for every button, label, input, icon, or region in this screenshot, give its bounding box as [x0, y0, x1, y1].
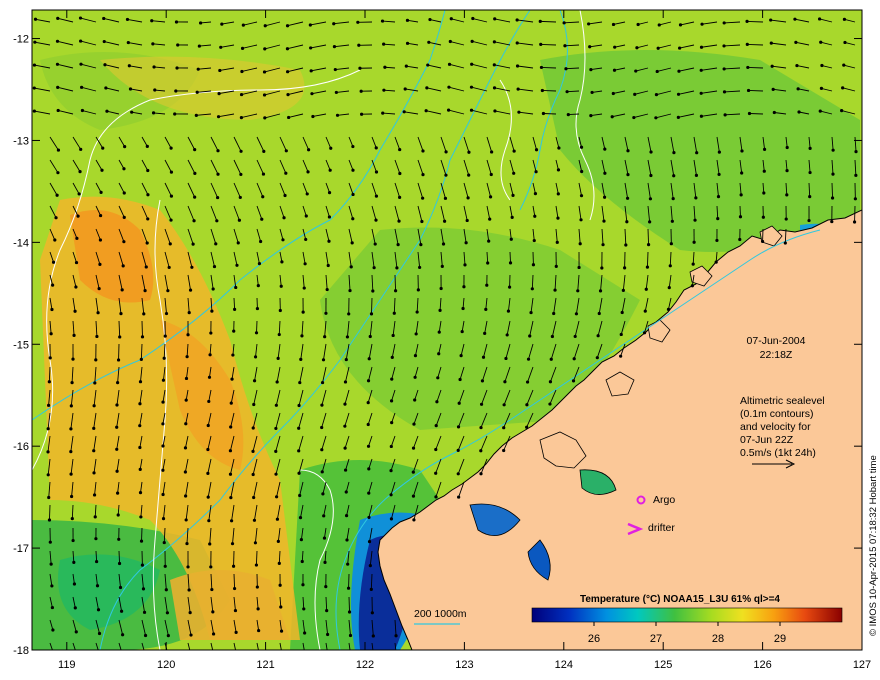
lat-tick-label: -15: [13, 339, 29, 351]
lon-tick-label: 126: [753, 659, 771, 671]
lat-tick-label: -13: [13, 135, 29, 147]
colorbar-tick-label: 27: [650, 633, 662, 645]
argo-label: Argo: [653, 494, 675, 506]
lon-tick-label: 125: [654, 659, 672, 671]
colorbar-gradient: [531, 607, 843, 623]
lat-tick-label: -12: [13, 34, 29, 46]
lat-tick-label: -16: [13, 441, 29, 453]
sst-map: 119 120 121 122 123 124 125 126 127 -12 -13 -14 -15…: [13, 9, 879, 671]
colorbar-tick-label: 26: [588, 633, 600, 645]
altimetry-line: (0.1m contours): [740, 408, 814, 420]
lon-tick-label: 123: [455, 659, 473, 671]
lat-tick-label: -17: [13, 543, 29, 555]
date-label: 07-Jun-2004: [747, 335, 806, 347]
lon-tick-label: 121: [256, 659, 274, 671]
depth-legend-label: 200 1000m: [414, 608, 467, 620]
drifter-label: drifter: [648, 522, 675, 534]
altimetry-line: and velocity for: [740, 421, 811, 433]
time-label: 22:18Z: [760, 349, 793, 361]
colorbar-tick-label: 28: [712, 633, 724, 645]
altimetry-line: 0.5m/s (1kt 24h): [740, 447, 816, 459]
lat-tick-label: -18: [13, 645, 29, 657]
lon-tick-label: 119: [58, 659, 76, 671]
colorbar-title: Temperature (°C) NOAA15_L3U 61% ql>=4: [580, 594, 780, 605]
altimetry-line: 07-Jun 22Z: [740, 434, 794, 446]
credit-label: © IMOS 10-Apr-2015 07:18:32 Hobart time: [868, 455, 879, 636]
lon-tick-label: 124: [555, 659, 573, 671]
lon-tick-label: 122: [356, 659, 374, 671]
lon-tick-label: 127: [853, 659, 871, 671]
lon-tick-label: 120: [157, 659, 175, 671]
lat-tick-label: -14: [13, 237, 29, 249]
colorbar-tick-label: 29: [774, 633, 786, 645]
altimetry-line: Altimetric sealevel: [740, 395, 825, 407]
